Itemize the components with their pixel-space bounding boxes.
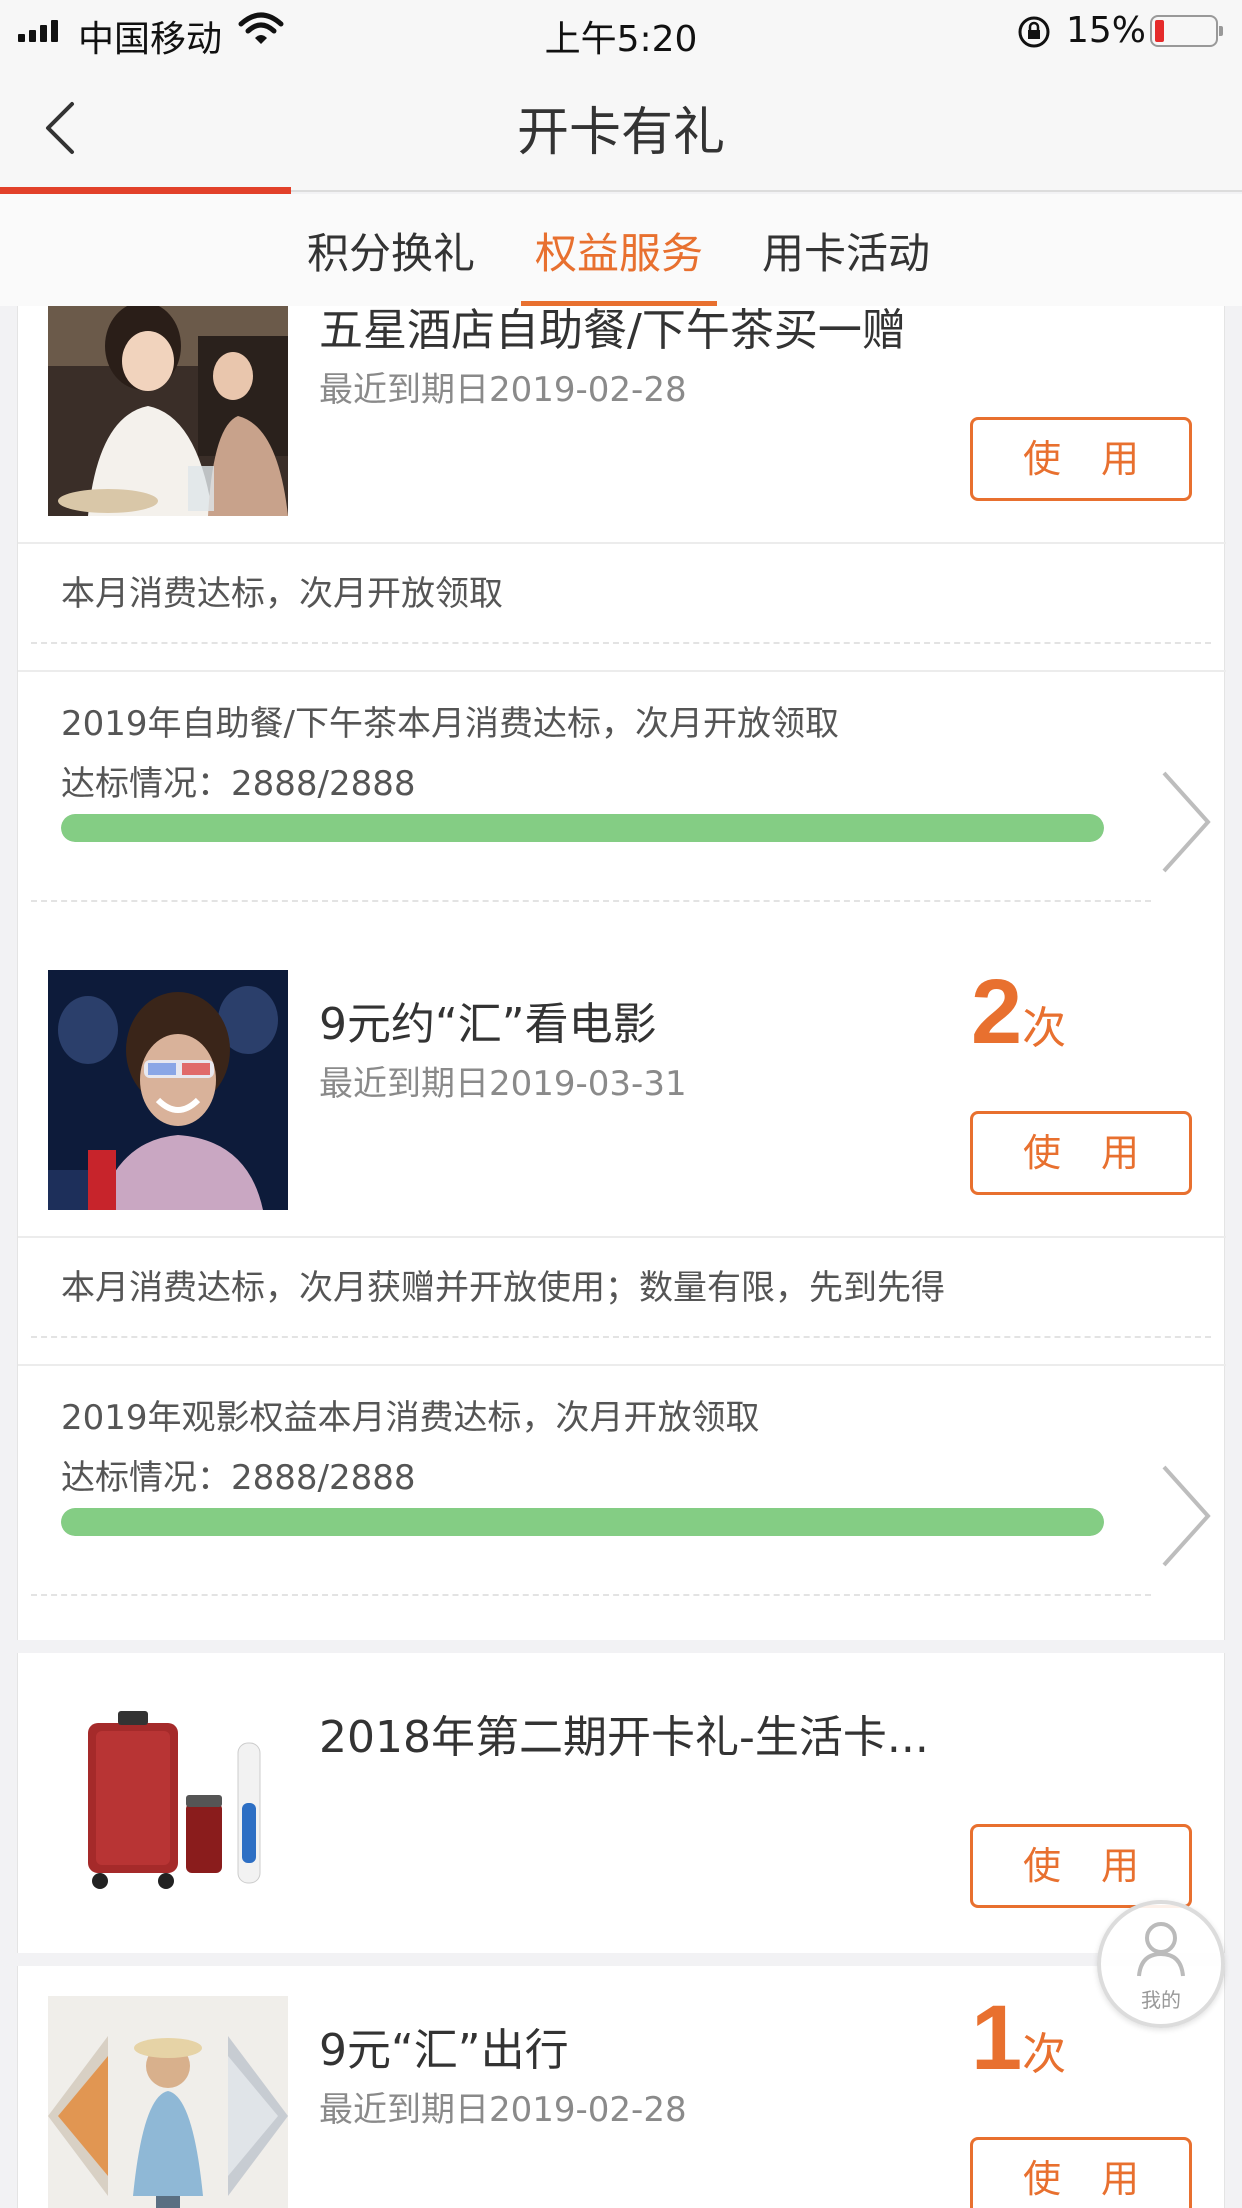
tab-card-activities[interactable]: 用卡活动 (762, 220, 930, 306)
tab-points-exchange[interactable]: 积分换礼 (307, 220, 475, 306)
use-button[interactable]: 使用 (970, 417, 1192, 501)
travel-image (48, 1996, 288, 2208)
progress-title: 2019年观影权益本月消费达标，次月开放领取 (61, 1398, 760, 1438)
use-button[interactable]: 使用 (970, 1824, 1192, 1908)
buffet-image (48, 306, 288, 516)
progress-label: 达标情况：2888/2888 (61, 1458, 416, 1498)
count-number: 2 (971, 961, 1023, 1063)
expiry-date: 最近到期日2019-02-28 (319, 370, 687, 410)
status-bar: 中国移动 上午5:20 15% (0, 0, 1242, 62)
benefit-card-movie: 9元约“汇”看电影 最近到期日2019-03-31 2次 使用 本月消费达标，次… (17, 940, 1226, 1640)
benefit-title: 9元“汇”出行 (319, 2025, 569, 2076)
dashed-divider (31, 900, 1151, 902)
rotation-lock-icon (1018, 16, 1050, 48)
count-unit: 次 (1022, 2029, 1067, 2080)
tab-benefit-services[interactable]: 权益服务 (520, 220, 718, 306)
divider (18, 670, 1226, 672)
gift-image (48, 1683, 288, 1923)
chevron-right-icon[interactable] (1156, 1461, 1216, 1571)
progress-title: 2019年自助餐/下午茶本月消费达标，次月开放领取 (61, 704, 839, 744)
benefit-card-gift: 2018年第二期开卡礼-生活卡... 使用 (17, 1653, 1225, 1953)
divider (18, 1364, 1226, 1366)
count-number: 1 (971, 1987, 1023, 2089)
user-icon (1137, 1922, 1185, 1977)
divider (18, 1236, 1226, 1238)
progress-bar-fill (61, 814, 1104, 842)
page-title: 开卡有礼 (516, 103, 725, 163)
tab-bar: 积分换礼 权益服务 用卡活动 (0, 194, 1242, 306)
benefit-note: 本月消费达标，次月开放领取 (61, 574, 503, 614)
nav-bar: 开卡有礼 (0, 62, 1242, 194)
battery-percent: 15% (1066, 10, 1147, 51)
expiry-date: 最近到期日2019-02-28 (319, 2090, 687, 2130)
progress-bar (61, 814, 1104, 842)
benefit-title: 2018年第二期开卡礼-生活卡... (319, 1712, 929, 1763)
battery-icon (1150, 15, 1223, 47)
benefits-list[interactable]: 五星酒店自助餐/下午茶买一赠 最近到期日2019-02-28 使用 本月消费达标… (0, 306, 1242, 2208)
benefit-title: 9元约“汇”看电影 (319, 999, 657, 1050)
progress-label: 达标情况：2888/2888 (61, 764, 416, 804)
movie-image (48, 970, 288, 1210)
clock: 上午5:20 (544, 19, 698, 60)
dashed-divider (31, 1594, 1151, 1596)
divider (18, 542, 1226, 544)
my-account-button[interactable]: 我的 (1097, 1900, 1225, 2028)
progress-bar (61, 1508, 1104, 1536)
dashed-divider (31, 642, 1211, 644)
page-load-progress (0, 187, 291, 194)
benefit-note: 本月消费达标，次月获赠并开放使用；数量有限，先到先得 (61, 1268, 945, 1308)
remaining-count: 2次 (971, 960, 1066, 1065)
expiry-date: 最近到期日2019-03-31 (319, 1064, 687, 1104)
use-button[interactable]: 使用 (970, 1111, 1192, 1195)
use-button[interactable]: 使用 (970, 2137, 1192, 2208)
chevron-right-icon[interactable] (1156, 767, 1216, 877)
count-unit: 次 (1022, 1003, 1067, 1054)
my-account-label: 我的 (1141, 1988, 1181, 2012)
remaining-count: 1次 (971, 1986, 1066, 2091)
dashed-divider (31, 1336, 1211, 1338)
benefit-card-travel: 9元“汇”出行 最近到期日2019-02-28 1次 使用 (17, 1966, 1225, 2208)
progress-bar-fill (61, 1508, 1104, 1536)
benefit-title: 五星酒店自助餐/下午茶买一赠 (319, 306, 906, 356)
